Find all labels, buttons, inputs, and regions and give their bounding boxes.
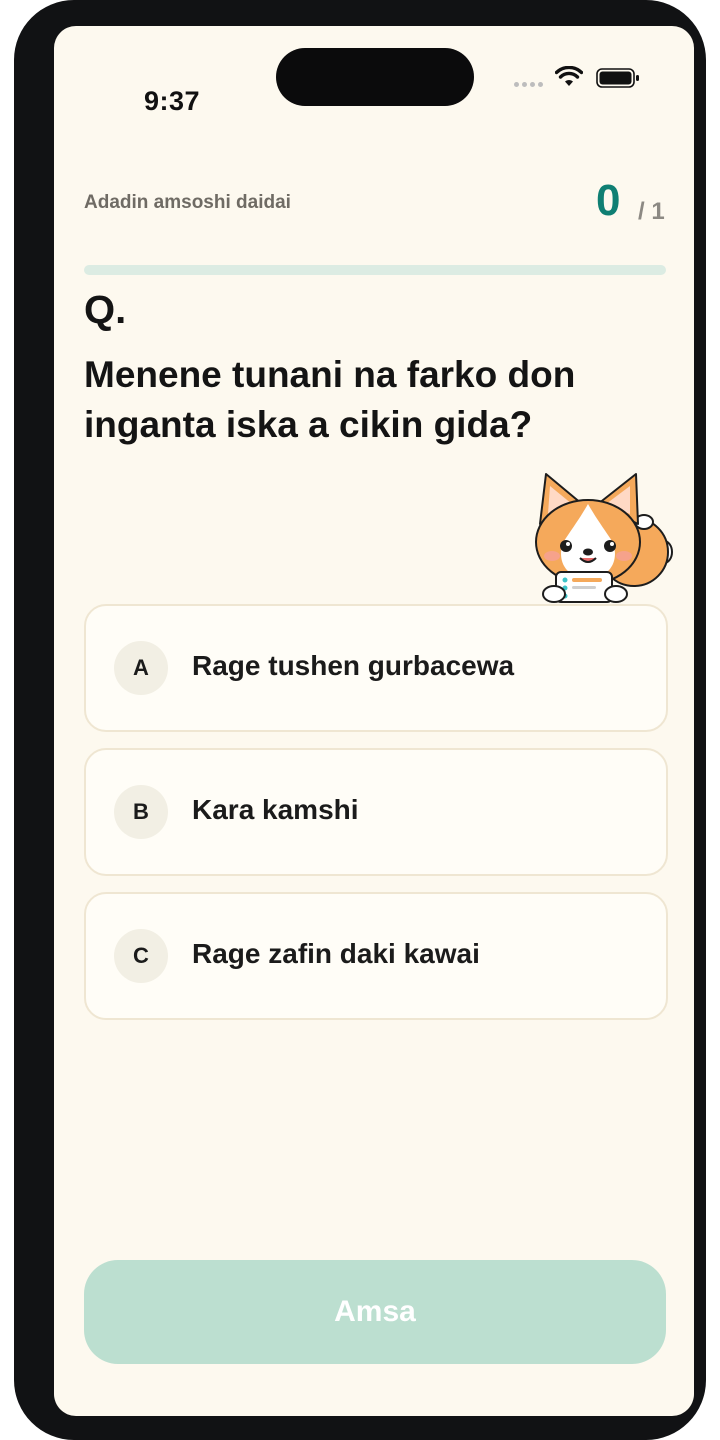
option-letter-badge: B (114, 785, 168, 839)
progress-bar (84, 265, 666, 275)
submit-button[interactable]: Amsa (84, 1260, 666, 1364)
phone-frame: 9:37 Adadin amsoshi daidai 0 / 1 Q. Mene… (14, 0, 706, 1440)
option-label: Rage tushen gurbacewa (192, 650, 515, 681)
option-c[interactable]: C Rage zafin daki kawai (84, 892, 668, 1020)
dynamic-island (276, 48, 474, 106)
wifi-icon (555, 66, 583, 86)
question-prefix: Q. (84, 288, 127, 332)
status-time: 9:37 (144, 86, 201, 116)
option-label: Kara kamshi (192, 794, 359, 825)
battery-icon (596, 68, 639, 88)
app-screen: 9:37 Adadin amsoshi daidai 0 / 1 Q. Mene… (54, 26, 694, 1416)
question-text: Menene tunani na farko don inganta iska … (84, 354, 576, 445)
score-total: / 1 (638, 198, 665, 225)
signal-icon (514, 82, 543, 87)
option-letter-badge: C (114, 929, 168, 983)
quiz-title: Adadin amsoshi daidai (84, 192, 291, 213)
option-label: Rage zafin daki kawai (192, 938, 480, 969)
score-current: 0 (596, 176, 621, 225)
option-a[interactable]: A Rage tushen gurbacewa (84, 604, 668, 732)
corgi-mascot-icon (535, 473, 673, 603)
option-b[interactable]: B Kara kamshi (84, 748, 668, 876)
option-letter-badge: A (114, 641, 168, 695)
